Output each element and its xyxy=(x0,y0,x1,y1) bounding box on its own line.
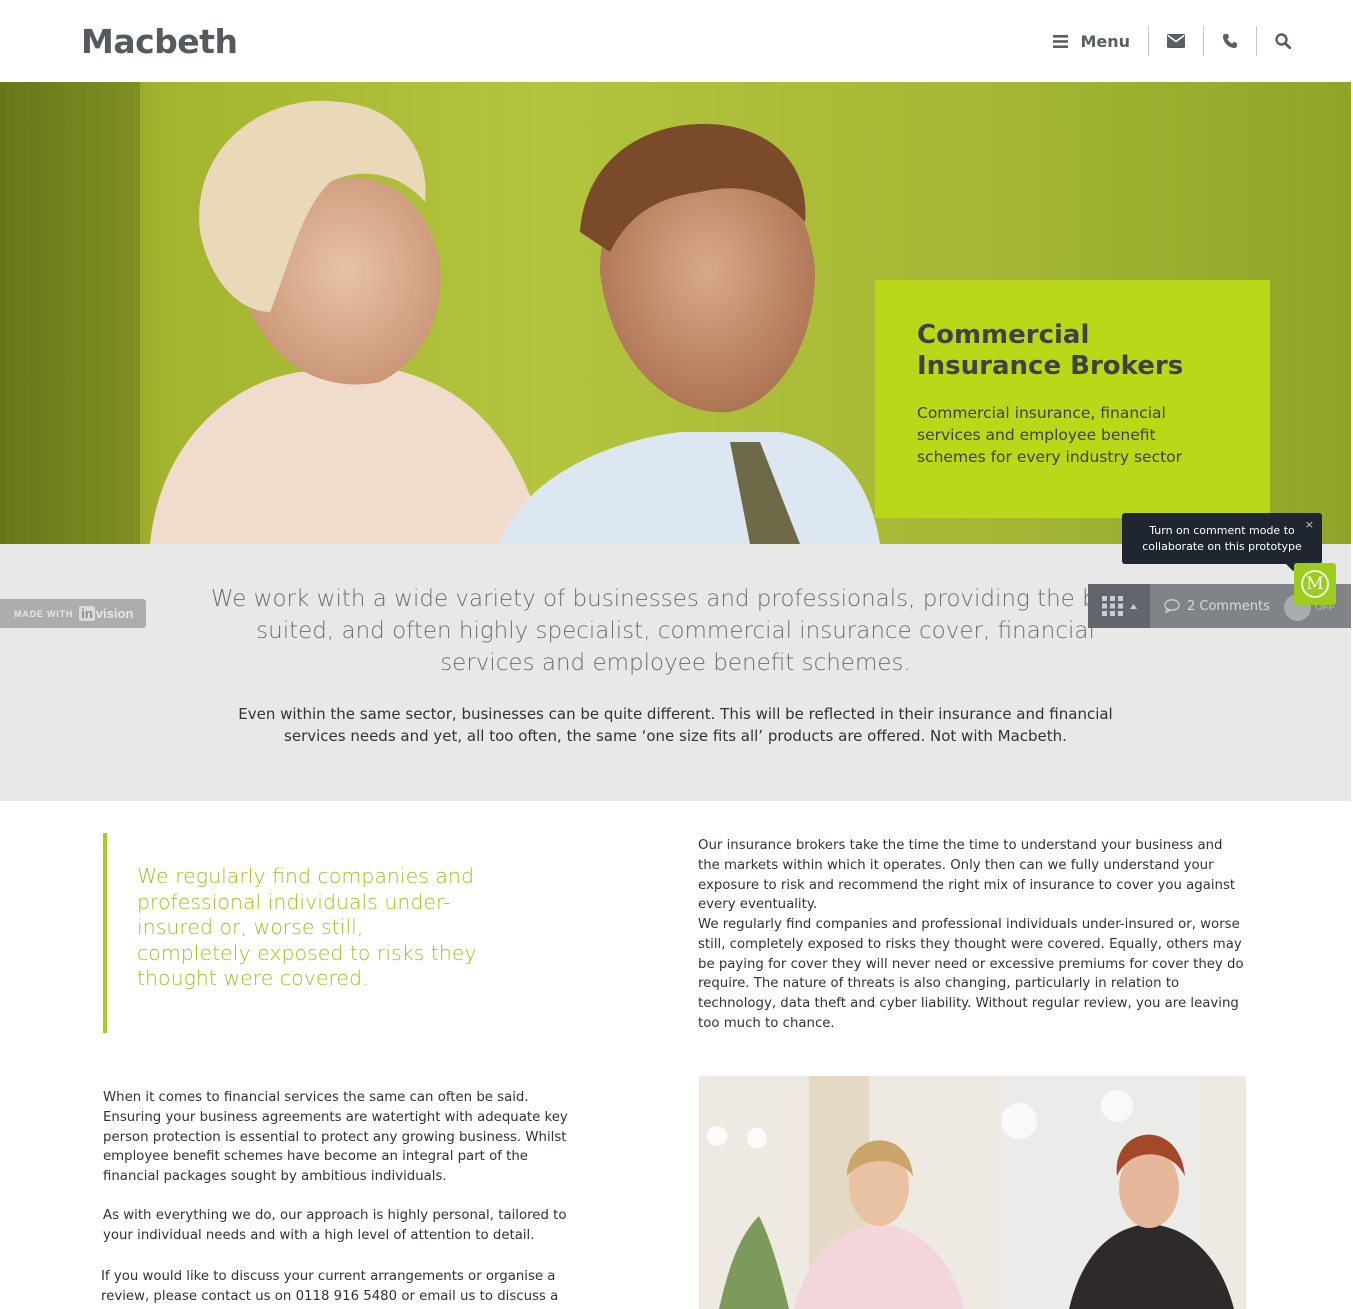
macbeth-badge-button[interactable]: M xyxy=(1294,563,1336,605)
site-header: Macbeth Menu xyxy=(0,0,1353,82)
bars-icon xyxy=(1053,34,1069,48)
envelope-icon xyxy=(1167,34,1185,48)
menu-button[interactable]: Menu xyxy=(1035,26,1148,56)
paragraph-underinsured: We regularly find companies and professi… xyxy=(698,917,1244,1031)
paragraph-brokers: Our insurance brokers take the time the … xyxy=(698,838,1236,913)
quote-accent-bar xyxy=(103,833,107,1033)
comments-button[interactable]: 2 Comments xyxy=(1164,599,1270,614)
phone-icon xyxy=(1223,34,1237,48)
email-button[interactable] xyxy=(1148,26,1203,56)
caret-up-icon xyxy=(1129,603,1137,609)
tooltip-close-button[interactable]: × xyxy=(1305,517,1314,533)
badge-letter: M xyxy=(1301,570,1329,598)
header-nav: Menu xyxy=(1035,26,1309,56)
menu-label: Menu xyxy=(1080,31,1130,51)
paragraph-contact: If you would like to discuss your curren… xyxy=(101,1269,559,1309)
comment-icon xyxy=(1164,599,1180,613)
invision-logo: in vision xyxy=(79,606,134,621)
made-with-invision-badge[interactable]: MADE WITH in vision xyxy=(0,599,146,628)
team-photo xyxy=(699,1076,1246,1309)
made-with-label: MADE WITH xyxy=(14,608,74,619)
team-photo-illustration xyxy=(699,1076,1246,1309)
search-button[interactable] xyxy=(1256,26,1309,56)
site-logo[interactable]: Macbeth xyxy=(81,22,238,61)
comment-mode-tooltip: Turn on comment mode to collaborate on t… xyxy=(1122,513,1322,571)
pull-quote: We regularly find companies and professi… xyxy=(137,864,477,991)
hero-banner: Commercial Insurance Brokers Commercial … xyxy=(0,82,1351,544)
paragraph-financial-services: When it comes to financial services the … xyxy=(103,1090,568,1185)
search-icon xyxy=(1275,33,1291,49)
intro-section: We work with a wide variety of businesse… xyxy=(0,544,1351,801)
hero-subtitle: Commercial insurance, financial services… xyxy=(917,404,1183,466)
intro-lead: We work with a wide variety of businesse… xyxy=(210,586,1141,676)
tooltip-text: Turn on comment mode to collaborate on t… xyxy=(1142,524,1302,553)
grid-icon xyxy=(1101,596,1123,616)
hero-title: Commercial Insurance Brokers xyxy=(917,320,1184,381)
phone-button[interactable] xyxy=(1203,26,1256,56)
screens-grid-button[interactable] xyxy=(1088,584,1150,628)
hero-callout: Commercial Insurance Brokers Commercial … xyxy=(875,280,1270,518)
comments-count: 2 Comments xyxy=(1187,598,1270,614)
intro-body: Even within the same sector, businesses … xyxy=(238,705,1113,745)
paragraph-approach: As with everything we do, our approach i… xyxy=(103,1208,567,1243)
